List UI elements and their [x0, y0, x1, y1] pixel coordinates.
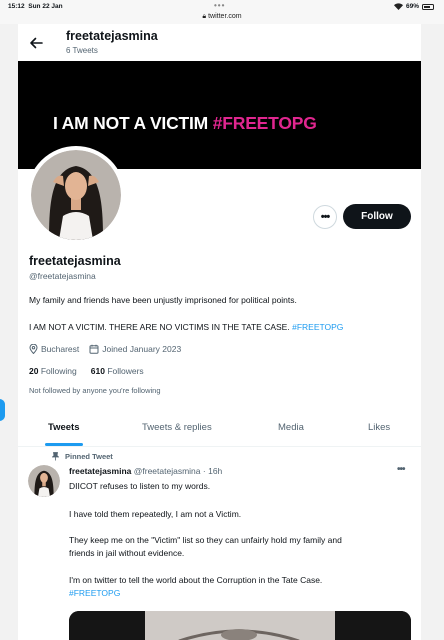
bio-line-2: I AM NOT A VICTIM. THERE ARE NO VICTIMS …	[29, 322, 343, 332]
lock-icon: 🔒︎	[202, 13, 207, 20]
tweet-media-image[interactable]	[69, 611, 411, 640]
bio-line-2-text: I AM NOT A VICTIM. THERE ARE NO VICTIMS …	[29, 322, 290, 332]
pinned-tweet-text: Pinned Tweet	[65, 452, 113, 461]
tweet-text-line: DIICOT refuses to listen to my words.	[69, 481, 211, 491]
tweet-hashtag-link[interactable]: #FREETOPG	[69, 588, 120, 598]
follow-stats: 20 Following 610 Followers	[29, 366, 144, 376]
header-tweet-count: 6 Tweets	[66, 46, 98, 55]
profile-header-bar: freetatejasmina 6 Tweets	[18, 24, 421, 61]
tweet-header: freetatejasmina @freetatejasmina · 16h	[69, 466, 222, 476]
tweet-text-line: I'm on twitter to tell the world about t…	[69, 575, 323, 585]
calendar-icon	[89, 344, 99, 354]
profile-name: freetatejasmina	[29, 254, 121, 268]
status-bar: 15:12 Sun 22 Jan ••• 🔒︎ twitter.com 69%	[0, 0, 444, 24]
following-link[interactable]: 20 Following	[29, 366, 77, 376]
profile-tabs: Tweets Tweets & replies Media Likes	[18, 409, 421, 447]
pinned-tweet-label: Pinned Tweet	[52, 452, 113, 461]
status-time-date: 15:12 Sun 22 Jan	[8, 3, 63, 10]
address-bar[interactable]: 🔒︎ twitter.com	[0, 13, 444, 21]
more-options-button[interactable]: •••	[313, 205, 337, 229]
tweet-author-name[interactable]: freetatejasmina	[69, 466, 131, 476]
tab-tweets[interactable]: Tweets	[48, 422, 80, 433]
follow-button[interactable]: Follow	[343, 204, 411, 229]
tweet-separator: ·	[202, 466, 206, 476]
tweet-author-handle[interactable]: @freetatejasmina	[134, 466, 201, 476]
banner-text-hashtag: #FREETOPG	[212, 113, 317, 133]
banner-text: I AM NOT A VICTIM #FREETOPG	[53, 113, 317, 134]
tweet-text-line: I have told them repeatedly, I am not a …	[69, 509, 242, 519]
tweet-more-button[interactable]: •••	[397, 464, 405, 475]
bio-hashtag-link[interactable]: #FREETOPG	[292, 322, 343, 332]
battery-icon	[422, 3, 434, 10]
location-pin-icon	[29, 344, 38, 354]
tweet-avatar-photo	[28, 465, 60, 497]
status-time: 15:12	[8, 3, 25, 10]
wifi-icon	[393, 3, 403, 10]
followers-label: Followers	[107, 366, 144, 376]
not-followed-note: Not followed by anyone you're following	[29, 386, 161, 395]
profile-handle: @freetatejasmina	[29, 271, 96, 281]
tab-likes[interactable]: Likes	[368, 422, 390, 433]
tweet-author-avatar[interactable]	[28, 465, 60, 497]
profile-joined-date: Joined January 2023	[102, 344, 182, 354]
active-tab-indicator	[45, 443, 83, 446]
floating-tab-handle[interactable]	[0, 399, 5, 421]
following-count: 20	[29, 366, 39, 376]
multitask-dots-icon[interactable]: •••	[214, 1, 225, 10]
tab-media[interactable]: Media	[278, 422, 304, 433]
profile-page: freetatejasmina 6 Tweets I AM NOT A VICT…	[18, 24, 421, 640]
url-text: twitter.com	[208, 13, 242, 20]
tweet-time[interactable]: 16h	[208, 466, 222, 476]
tweet-text-line: They keep me on the "Victim" list so the…	[69, 535, 342, 545]
following-label: Following	[40, 366, 77, 376]
profile-location: Bucharest	[41, 344, 80, 354]
followers-count: 610	[90, 366, 105, 376]
profile-avatar[interactable]	[27, 146, 125, 244]
profile-meta: Bucharest Joined January 2023	[29, 344, 181, 354]
bio-line-1: My family and friends have been unjustly…	[29, 295, 297, 305]
back-arrow-icon[interactable]	[29, 36, 43, 50]
battery-percent: 69%	[405, 3, 419, 10]
banner-text-white: I AM NOT A VICTIM	[53, 113, 209, 133]
profile-photo	[31, 150, 121, 240]
header-profile-name: freetatejasmina	[66, 29, 158, 43]
status-indicators: 69%	[393, 3, 434, 10]
tab-tweets-and-replies[interactable]: Tweets & replies	[142, 422, 212, 433]
status-date: Sun 22 Jan	[28, 3, 63, 10]
followers-link[interactable]: 610 Followers	[91, 366, 144, 376]
pin-icon	[52, 452, 59, 461]
tweet-media-photo	[69, 611, 411, 640]
tweet-text-line: friends in jail without evidence.	[69, 548, 185, 558]
